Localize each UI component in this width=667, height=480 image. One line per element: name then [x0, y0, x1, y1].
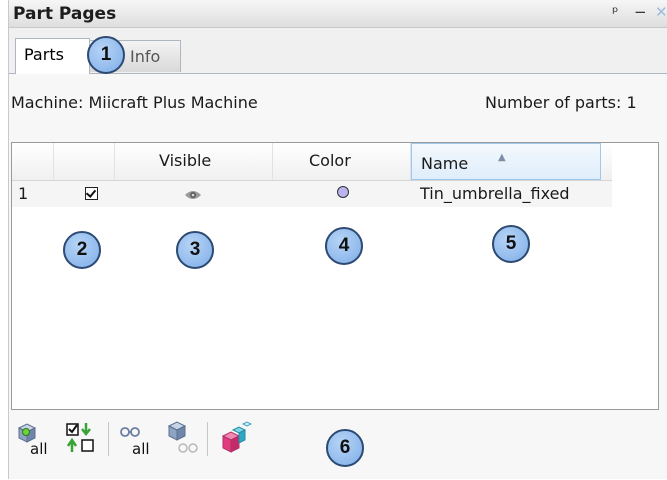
minimize-icon[interactable]: − [634, 3, 647, 21]
sort-ascending-icon: ▲ [498, 152, 506, 163]
close-icon[interactable]: ✕ [655, 3, 667, 21]
machine-label: Machine: Miicraft Plus Machine [11, 93, 258, 112]
column-header-name[interactable]: ▲ Name [411, 143, 601, 180]
show-all-icon: all [17, 423, 48, 458]
color-parts-icon [221, 421, 253, 453]
pin-icon[interactable]: ᵖ [612, 3, 618, 21]
table-header: Visible Color ▲ Name [12, 143, 612, 181]
parts-table: Visible Color ▲ Name 1 Tin_umbrella_fixe… [11, 142, 659, 410]
callout-6: 6 [326, 429, 364, 467]
tab-info-label: Info [130, 47, 161, 66]
column-header-visible[interactable]: Visible [115, 143, 273, 180]
hide-selected-icon [167, 421, 198, 453]
panel-titlebar: Part Pages ᵖ − ✕ [9, 0, 667, 28]
color-parts-button[interactable] [219, 420, 259, 464]
show-all-button[interactable]: all [15, 420, 55, 464]
callout-1: 1 [87, 36, 125, 74]
column-header-color[interactable]: Color [273, 143, 411, 180]
column-header-index[interactable] [12, 143, 54, 180]
part-color-swatch[interactable] [337, 186, 349, 198]
toggle-selection-icon [66, 423, 94, 452]
column-header-select[interactable] [54, 143, 115, 180]
callout-2: 2 [63, 231, 101, 269]
row-index: 1 [18, 184, 29, 203]
panel-title: Part Pages [13, 4, 117, 24]
tab-parts[interactable]: Parts [15, 38, 90, 74]
row-select-checkbox[interactable] [85, 187, 98, 200]
table-row[interactable]: 1 Tin_umbrella_fixed [12, 181, 612, 207]
toolbar-separator [207, 422, 208, 456]
toggle-selection-button[interactable] [64, 420, 104, 464]
parts-count-label: Number of parts: 1 [485, 93, 637, 112]
hide-all-button[interactable]: all [117, 420, 157, 464]
parts-tab-content: Machine: Miicraft Plus Machine Number of… [9, 73, 667, 479]
eye-icon[interactable] [184, 186, 202, 205]
part-name: Tin_umbrella_fixed [420, 184, 570, 203]
hide-selected-button[interactable] [163, 420, 203, 464]
svg-text:all: all [132, 440, 150, 458]
svg-text:all: all [30, 440, 48, 458]
tab-parts-label: Parts [24, 45, 64, 64]
callout-5: 5 [492, 225, 530, 263]
toolbar-separator [108, 422, 109, 456]
callout-3: 3 [176, 231, 214, 269]
callout-4: 4 [325, 227, 363, 265]
hide-all-icon: all [120, 427, 150, 458]
